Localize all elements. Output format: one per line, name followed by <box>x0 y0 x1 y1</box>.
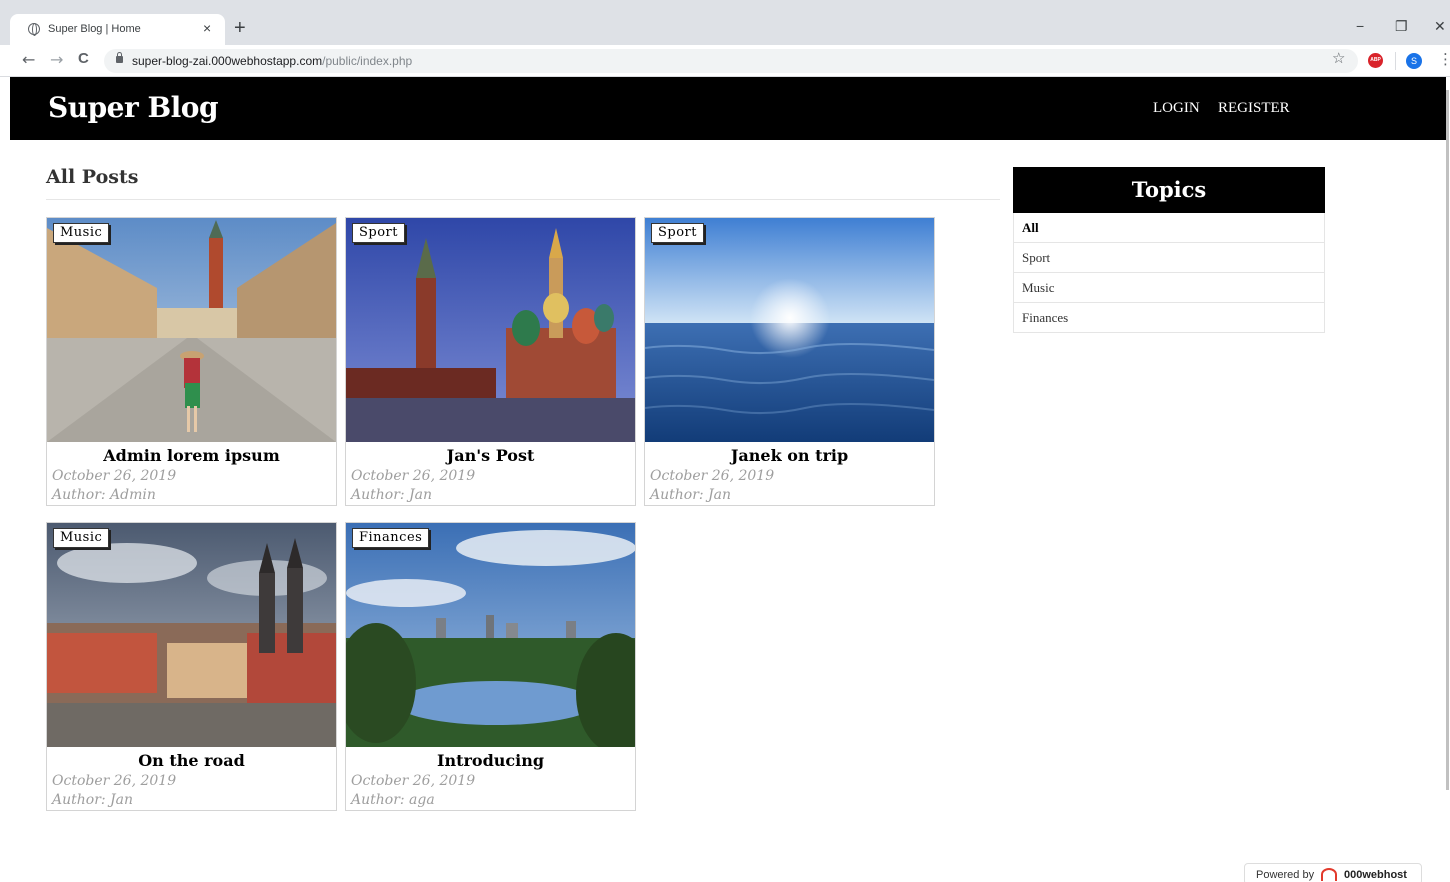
post-author: Author: Admin <box>52 487 156 503</box>
browser-tabstrip: Super Blog | Home × + − ❐ ✕ <box>0 0 1450 45</box>
webhost-brand: 000webhost <box>1344 869 1407 881</box>
post-image[interactable] <box>645 218 934 442</box>
browser-toolbar: ← → C super-blog-zai.000webhostapp.com/p… <box>0 45 1450 77</box>
post-card[interactable]: Sport Jan's Post October 26, 2019 Author… <box>345 217 636 506</box>
topic-item-music[interactable]: Music <box>1013 273 1325 303</box>
site-header: Super Blog LOGIN REGISTER <box>10 77 1446 140</box>
back-arrow-icon[interactable]: ← <box>22 50 35 69</box>
page-scrollbar[interactable] <box>1446 90 1449 790</box>
post-image[interactable] <box>346 523 635 747</box>
window-close-icon[interactable]: ✕ <box>1434 18 1446 35</box>
url-text: super-blog-zai.000webhostapp.com/public/… <box>132 54 413 68</box>
topics-sidebar: Topics All Sport Music Finances <box>1013 167 1325 333</box>
post-date: October 26, 2019 <box>351 468 476 484</box>
post-title[interactable]: Jan's Post <box>346 446 635 465</box>
adblock-extension-icon[interactable]: ABP <box>1368 53 1383 68</box>
post-title[interactable]: On the road <box>47 751 336 770</box>
tab-close-icon[interactable]: × <box>203 20 211 36</box>
powered-by-label: Powered by <box>1256 869 1315 881</box>
globe-icon <box>28 23 40 36</box>
browser-tab[interactable]: Super Blog | Home × <box>10 14 225 45</box>
post-date: October 26, 2019 <box>52 468 177 484</box>
register-link[interactable]: REGISTER <box>1218 100 1290 117</box>
topics-heading: Topics <box>1013 167 1325 213</box>
category-badge[interactable]: Music <box>53 223 110 243</box>
new-tab-button[interactable]: + <box>234 18 246 38</box>
page-title: All Posts <box>46 166 139 188</box>
category-badge[interactable]: Sport <box>352 223 405 243</box>
tab-title: Super Blog | Home <box>48 23 141 35</box>
post-card[interactable]: Finances Introducing October 26, 2019 Au… <box>345 522 636 811</box>
profile-avatar[interactable]: S <box>1406 53 1422 69</box>
forward-arrow-icon[interactable]: → <box>50 50 63 69</box>
restore-icon[interactable]: ❐ <box>1395 18 1408 35</box>
login-link[interactable]: LOGIN <box>1153 100 1200 117</box>
post-image[interactable] <box>47 523 336 747</box>
topic-item-sport[interactable]: Sport <box>1013 243 1325 273</box>
post-image[interactable] <box>47 218 336 442</box>
post-card[interactable]: Music On the road October 26, 2019 Autho… <box>46 522 337 811</box>
post-card[interactable]: Sport Janek on trip October 26, 2019 Aut… <box>644 217 935 506</box>
post-date: October 26, 2019 <box>650 468 775 484</box>
post-date: October 26, 2019 <box>52 773 177 789</box>
bookmark-star-icon[interactable]: ☆ <box>1332 49 1345 67</box>
menu-kebab-icon[interactable]: ⋮ <box>1438 50 1450 68</box>
post-author: Author: Jan <box>650 487 732 503</box>
topic-item-all[interactable]: All <box>1013 213 1325 243</box>
post-author: Author: aga <box>351 792 435 808</box>
site-brand[interactable]: Super Blog <box>48 91 219 124</box>
post-title[interactable]: Admin lorem ipsum <box>47 446 336 465</box>
post-author: Author: Jan <box>351 487 433 503</box>
post-title[interactable]: Janek on trip <box>645 446 934 465</box>
webhost-logo-icon <box>1321 868 1337 881</box>
post-title[interactable]: Introducing <box>346 751 635 770</box>
address-bar[interactable]: super-blog-zai.000webhostapp.com/public/… <box>104 49 1358 73</box>
post-image[interactable] <box>346 218 635 442</box>
category-badge[interactable]: Finances <box>352 528 430 548</box>
post-author: Author: Jan <box>52 792 134 808</box>
powered-by-badge[interactable]: Powered by 000webhost <box>1244 863 1422 882</box>
toolbar-divider <box>1395 52 1396 70</box>
category-badge[interactable]: Sport <box>651 223 704 243</box>
minimize-icon[interactable]: − <box>1356 18 1364 34</box>
category-badge[interactable]: Music <box>53 528 110 548</box>
lock-icon <box>116 52 123 63</box>
reload-icon[interactable]: C <box>78 50 89 67</box>
title-divider <box>46 199 1000 200</box>
post-card[interactable]: Music Admin lorem ipsum October 26, 2019… <box>46 217 337 506</box>
post-date: October 26, 2019 <box>351 773 476 789</box>
topic-item-finances[interactable]: Finances <box>1013 303 1325 333</box>
